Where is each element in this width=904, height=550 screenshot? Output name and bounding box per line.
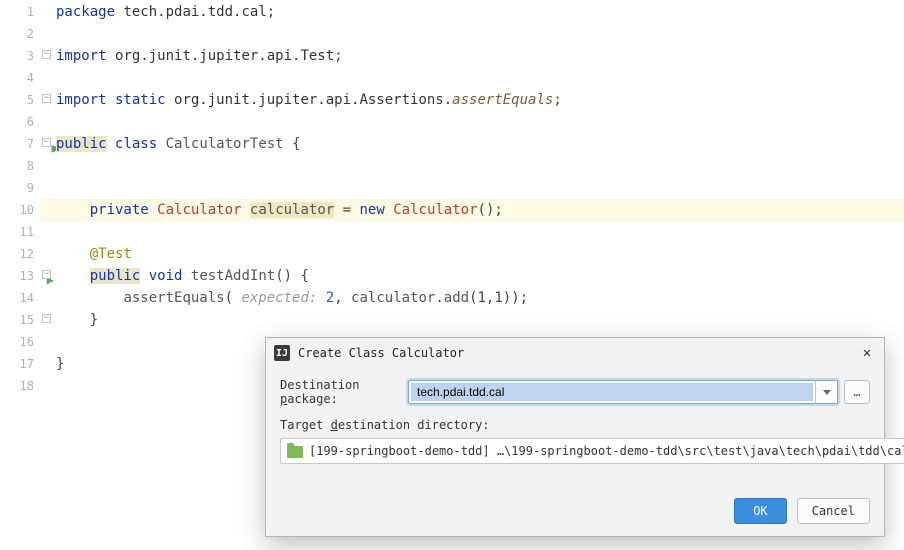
code-line <box>40 23 904 45</box>
chevron-down-icon[interactable] <box>815 381 837 403</box>
folder-icon <box>287 446 303 458</box>
fold-icon[interactable]: − <box>42 138 51 147</box>
code-line: − } <box>40 309 904 331</box>
fold-icon[interactable]: − <box>42 94 51 103</box>
gutter-line: 14 <box>0 287 40 309</box>
dialog-body: Destination package: … Target destinatio… <box>266 368 884 464</box>
code-line: −public class CalculatorTest { <box>40 133 904 155</box>
gutter-line: 3 <box>0 45 40 67</box>
gutter-line: 1 <box>0 1 40 23</box>
gutter-line: 6 <box>0 111 40 133</box>
gutter-line: 10 <box>0 199 40 221</box>
dialog-title-bar[interactable]: IJ Create Class Calculator ✕ <box>266 338 884 368</box>
intellij-icon: IJ <box>274 345 290 361</box>
close-icon[interactable]: ✕ <box>858 344 876 362</box>
code-line: −import org.junit.jupiter.api.Test; <box>40 45 904 67</box>
target-directory-label: Target destination directory: <box>280 418 870 432</box>
ok-button[interactable]: OK <box>734 498 786 524</box>
gutter-line: 13▶ <box>0 265 40 287</box>
create-class-dialog: IJ Create Class Calculator ✕ Destination… <box>265 337 885 537</box>
code-line: private Calculator calculator = new Calc… <box>40 199 904 221</box>
gutter-line: 12 <box>0 243 40 265</box>
code-line: assertEquals( expected: 2, calculator.ad… <box>40 287 904 309</box>
code-line <box>40 221 904 243</box>
destination-package-label: Destination package: <box>280 378 408 406</box>
code-editor: 1 2 3 4 5 6 7▶▶ 8 9 10 11 12 13▶ 14 15 1… <box>0 0 904 550</box>
gutter-line: 15 <box>0 309 40 331</box>
destination-package-input[interactable] <box>411 383 813 401</box>
gutter-line: 9 <box>0 177 40 199</box>
fold-icon[interactable]: − <box>42 314 51 323</box>
code-line <box>40 67 904 89</box>
browse-package-button[interactable]: … <box>844 380 870 404</box>
gutter-line: 7▶▶ <box>0 133 40 155</box>
dialog-title: Create Class Calculator <box>298 346 858 360</box>
code-line: − public void testAddInt() { <box>40 265 904 287</box>
gutter-line: 17 <box>0 353 40 375</box>
code-area[interactable]: package tech.pdai.tdd.cal; −import org.j… <box>40 0 904 550</box>
target-directory-combo[interactable]: [199-springboot-demo-tdd] …\199-springbo… <box>280 438 904 464</box>
code-line <box>40 155 904 177</box>
code-line: package tech.pdai.tdd.cal; <box>40 1 904 23</box>
code-line <box>40 111 904 133</box>
gutter-line: 8 <box>0 155 40 177</box>
gutter-line: 16 <box>0 331 40 353</box>
code-line: @Test <box>40 243 904 265</box>
gutter: 1 2 3 4 5 6 7▶▶ 8 9 10 11 12 13▶ 14 15 1… <box>0 0 40 550</box>
code-line: −import static org.junit.jupiter.api.Ass… <box>40 89 904 111</box>
cancel-button[interactable]: Cancel <box>797 498 870 524</box>
gutter-line: 2 <box>0 23 40 45</box>
fold-icon[interactable]: − <box>42 270 51 279</box>
target-directory-value: [199-springboot-demo-tdd] …\199-springbo… <box>309 439 904 463</box>
code-line <box>40 177 904 199</box>
gutter-line: 18 <box>0 375 40 397</box>
fold-icon[interactable]: − <box>42 50 51 59</box>
gutter-line: 4 <box>0 67 40 89</box>
destination-package-combo[interactable] <box>408 380 838 404</box>
gutter-line: 5 <box>0 89 40 111</box>
gutter-line: 11 <box>0 221 40 243</box>
